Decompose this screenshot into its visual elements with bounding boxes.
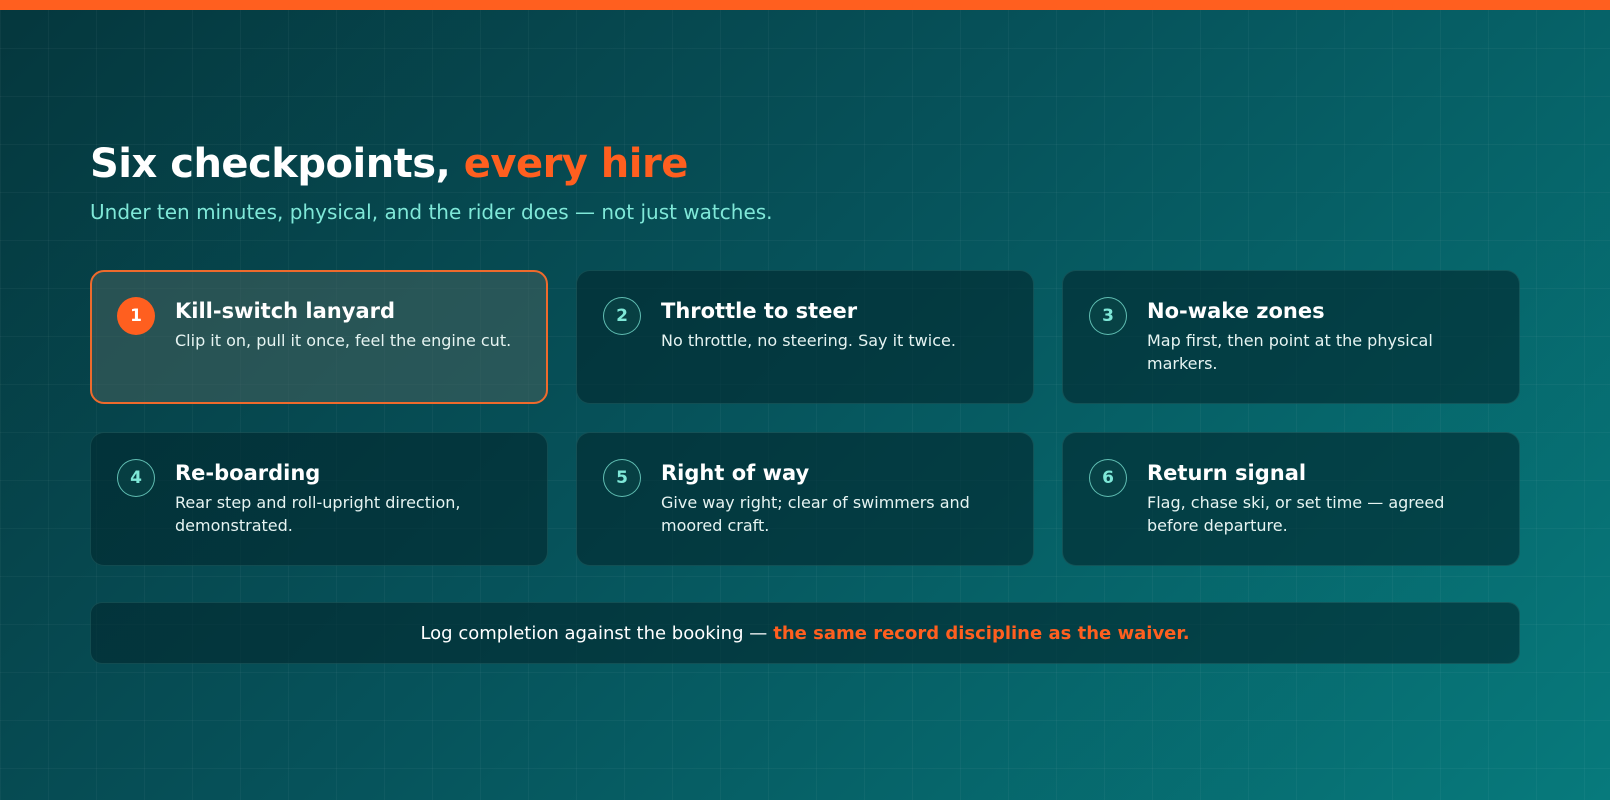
checkpoint-card-6[interactable]: 6 Return signal Flag, chase ski, or set … [1062,432,1520,566]
page-title-main: Six checkpoints, [90,141,464,187]
checkpoint-text: No-wake zones Map first, then point at t… [1147,297,1495,375]
top-accent-bar [0,0,1610,10]
page-title-accent: every hire [463,141,689,187]
checkpoint-number-badge: 5 [603,459,641,497]
checkpoint-description: Clip it on, pull it once, feel the engin… [175,331,512,350]
checkpoint-title: Throttle to steer [661,299,858,323]
footer-note: Log completion against the booking — the… [90,602,1520,664]
checkpoint-text: Re-boarding Rear step and roll-upright d… [175,459,523,537]
checkpoint-grid: 1 Kill-switch lanyard Clip it on, pull i… [90,270,1520,566]
checkpoint-description: Give way right; clear of swimmers and mo… [661,493,970,535]
checkpoint-card-3[interactable]: 3 No-wake zones Map first, then point at… [1062,270,1520,404]
checkpoint-text: Kill-switch lanyard Clip it on, pull it … [175,297,523,352]
checkpoint-text: Return signal Flag, chase ski, or set ti… [1147,459,1495,537]
checkpoint-text: Right of way Give way right; clear of sw… [661,459,1009,537]
footer-accent-text: the same record discipline as the waiver… [773,622,1190,644]
page-subtitle: Under ten minutes, physical, and the rid… [90,200,773,224]
checkpoint-card-4[interactable]: 4 Re-boarding Rear step and roll-upright… [90,432,548,566]
checkpoint-title: No-wake zones [1147,299,1325,323]
checkpoint-title: Kill-switch lanyard [175,299,395,323]
main-content: Six checkpoints, every hire Under ten mi… [90,136,1520,664]
checkpoint-description: Rear step and roll-upright direction, de… [175,493,461,535]
checkpoint-title: Right of way [661,461,810,485]
checkpoint-description: Flag, chase ski, or set time — agreed be… [1147,493,1445,535]
checkpoint-text: Throttle to steer No throttle, no steeri… [661,297,1009,352]
checkpoint-number-badge: 4 [117,459,155,497]
checkpoint-description: Map first, then point at the physical ma… [1147,331,1433,373]
checkpoint-number-badge: 6 [1089,459,1127,497]
checkpoint-number-badge: 2 [603,297,641,335]
checkpoint-card-2[interactable]: 2 Throttle to steer No throttle, no stee… [576,270,1034,404]
checkpoint-card-1[interactable]: 1 Kill-switch lanyard Clip it on, pull i… [90,270,548,404]
page-title: Six checkpoints, every hire [90,136,1520,192]
checkpoint-number-badge: 3 [1089,297,1127,335]
checkpoint-title: Return signal [1147,461,1307,485]
footer-text: Log completion against the booking — [420,622,768,644]
checkpoint-number-badge: 1 [117,297,155,335]
checkpoint-description: No throttle, no steering. Say it twice. [661,331,956,350]
checkpoint-card-5[interactable]: 5 Right of way Give way right; clear of … [576,432,1034,566]
checkpoint-title: Re-boarding [175,461,321,485]
